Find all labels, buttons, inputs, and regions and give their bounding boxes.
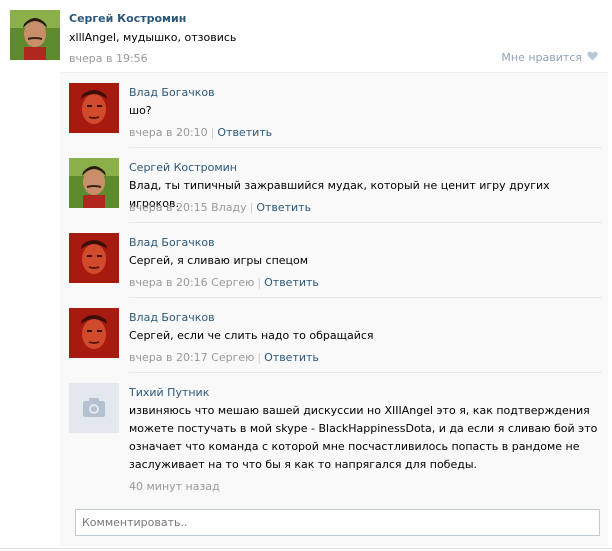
reply-item: Сергей Костромин Влад, ты типичный зажра… — [60, 148, 608, 223]
avatar-image-sergey — [69, 158, 119, 208]
reply-meta: вчера в 20:16 Сергею | Ответить — [129, 276, 319, 289]
reply-time[interactable]: 40 минут назад — [129, 480, 220, 493]
reply-author[interactable]: Сергей Костромин — [129, 161, 237, 174]
reply-button[interactable]: Ответить — [264, 276, 319, 289]
reply-meta: 40 минут назад — [129, 480, 220, 493]
reply-author[interactable]: Влад Богачков — [129, 311, 215, 324]
post-bottom-divider — [0, 548, 612, 549]
reply-time[interactable]: вчера в 20:15 — [129, 201, 208, 214]
reply-time[interactable]: вчера в 20:16 — [129, 276, 208, 289]
reply-author[interactable]: Влад Богачков — [129, 86, 215, 99]
reply-avatar[interactable] — [69, 233, 119, 283]
reply-avatar[interactable] — [69, 383, 119, 433]
reply-avatar[interactable] — [69, 308, 119, 358]
reply-item: Влад Богачков Сергей, я сливаю игры спец… — [60, 223, 608, 298]
reply-to[interactable]: Сергею — [211, 276, 254, 289]
comment-input[interactable]: Комментировать.. — [75, 509, 600, 536]
comment-placeholder: Комментировать.. — [82, 516, 188, 529]
reply-to[interactable]: Владу — [211, 201, 246, 214]
avatar-image-sergey — [10, 10, 60, 60]
avatar-image-vlad — [69, 83, 119, 133]
reply-meta: вчера в 20:17 Сергею | Ответить — [129, 351, 319, 364]
post-author[interactable]: Сергей Костромин — [69, 12, 186, 25]
reply-time[interactable]: вчера в 20:17 — [129, 351, 208, 364]
reply-avatar[interactable] — [69, 83, 119, 133]
reply-time[interactable]: вчера в 20:10 — [129, 126, 208, 139]
reply-author[interactable]: Тихий Путник — [129, 386, 209, 399]
heart-icon — [587, 51, 598, 64]
reply-button[interactable]: Ответить — [256, 201, 311, 214]
post-text: xlllAngel, мудышко, отзовись — [69, 31, 237, 44]
reply-text: шо? — [129, 104, 152, 117]
avatar-image-vlad — [69, 233, 119, 283]
reply-item: Влад Богачков шо? вчера в 20:10 | Ответить — [60, 73, 608, 148]
reply-meta: вчера в 20:10 | Ответить — [129, 126, 273, 139]
replies-block: Влад Богачков шо? вчера в 20:10 | Ответить… — [60, 72, 608, 546]
reply-meta: вчера в 20:15 Владу | Ответить — [129, 201, 312, 214]
avatar-image-vlad — [69, 308, 119, 358]
reply-to[interactable]: Сергею — [211, 351, 254, 364]
reply-text: извиняюсь что мешаю вашей дискуссии но X… — [129, 404, 598, 471]
reply-item: Тихий Путник извиняюсь что мешаю вашей д… — [60, 373, 608, 498]
reply-item: Влад Богачков Сергей, если че слить надо… — [60, 298, 608, 373]
reply-text: Сергей, если че слить надо то обращайся — [129, 329, 374, 342]
reply-text: Сергей, я сливаю игры спецом — [129, 254, 309, 267]
reply-button[interactable]: Ответить — [217, 126, 272, 139]
reply-avatar[interactable] — [69, 158, 119, 208]
reply-button[interactable]: Ответить — [264, 351, 319, 364]
post-time[interactable]: вчера в 19:56 — [69, 52, 148, 65]
camera-icon — [69, 383, 119, 433]
reply-author[interactable]: Влад Богачков — [129, 236, 215, 249]
author-avatar[interactable] — [10, 10, 60, 60]
like-label: Мне нравится — [501, 51, 582, 64]
like-button[interactable]: Мне нравится — [501, 51, 598, 64]
wall-post: Сергей Костромин xlllAngel, мудышко, отз… — [0, 0, 612, 551]
